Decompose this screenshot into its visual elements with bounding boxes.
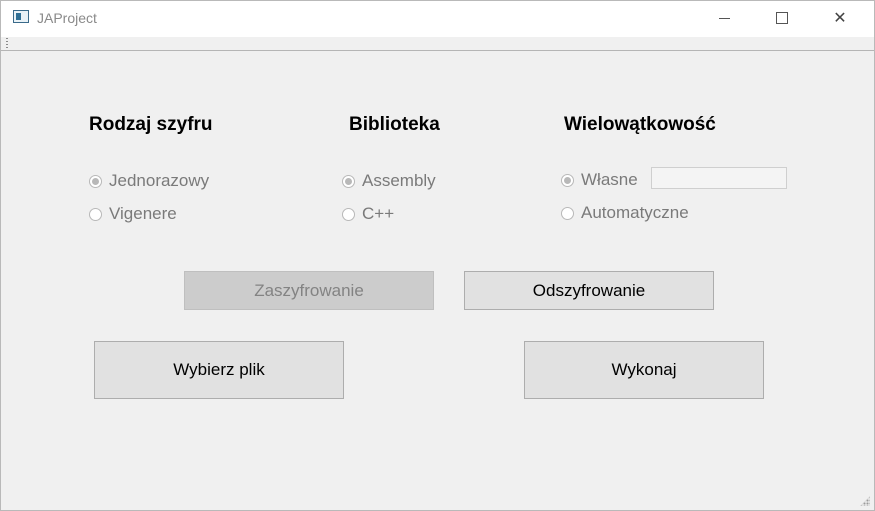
- radio-cpp[interactable]: C++: [342, 204, 394, 224]
- threading-heading: Wielowątkowość: [564, 114, 716, 135]
- close-icon: ✕: [833, 10, 847, 27]
- encrypt-button[interactable]: Zaszyfrowanie: [184, 271, 434, 310]
- toolbar-grip-icon[interactable]: [6, 38, 8, 48]
- radio-label: Automatyczne: [581, 203, 689, 222]
- app-window: JAProject ✕ Rodzaj szyfru Jednorazowy Vi…: [0, 0, 875, 511]
- maximize-icon: [776, 12, 788, 24]
- app-icon: [13, 10, 29, 23]
- thread-count-input[interactable]: [651, 167, 787, 189]
- decrypt-button[interactable]: Odszyfrowanie: [464, 271, 714, 310]
- radio-assembly[interactable]: Assembly: [342, 171, 436, 191]
- choose-file-button[interactable]: Wybierz plik: [94, 341, 344, 399]
- library-heading: Biblioteka: [349, 114, 440, 135]
- radio-label: Assembly: [362, 171, 436, 190]
- radio-jednorazowy[interactable]: Jednorazowy: [89, 171, 209, 191]
- radio-label: C++: [362, 204, 395, 223]
- radio-label: Vigenere: [109, 204, 177, 223]
- radio-indicator: [561, 173, 574, 187]
- title-bar: JAProject ✕: [1, 1, 874, 37]
- radio-indicator: [89, 174, 102, 188]
- radio-indicator: [342, 174, 355, 188]
- radio-indicator: [342, 207, 355, 221]
- radio-indicator: [561, 206, 574, 220]
- radio-label: Jednorazowy: [109, 171, 210, 190]
- maximize-button[interactable]: [753, 1, 811, 35]
- radio-automatyczne[interactable]: Automatyczne: [561, 203, 689, 223]
- close-button[interactable]: ✕: [811, 1, 869, 35]
- radio-vigenere[interactable]: Vigenere: [89, 204, 177, 224]
- minimize-button[interactable]: [695, 1, 753, 35]
- execute-button[interactable]: Wykonaj: [524, 341, 764, 399]
- toolbar-strip: [1, 37, 874, 51]
- radio-indicator: [89, 207, 102, 221]
- radio-label: Własne: [581, 170, 638, 189]
- cipher-type-heading: Rodzaj szyfru: [89, 114, 213, 135]
- radio-wlasne[interactable]: Własne: [561, 170, 638, 190]
- resize-grip-icon[interactable]: [860, 496, 870, 506]
- minimize-icon: [718, 17, 730, 19]
- window-title: JAProject: [37, 10, 97, 26]
